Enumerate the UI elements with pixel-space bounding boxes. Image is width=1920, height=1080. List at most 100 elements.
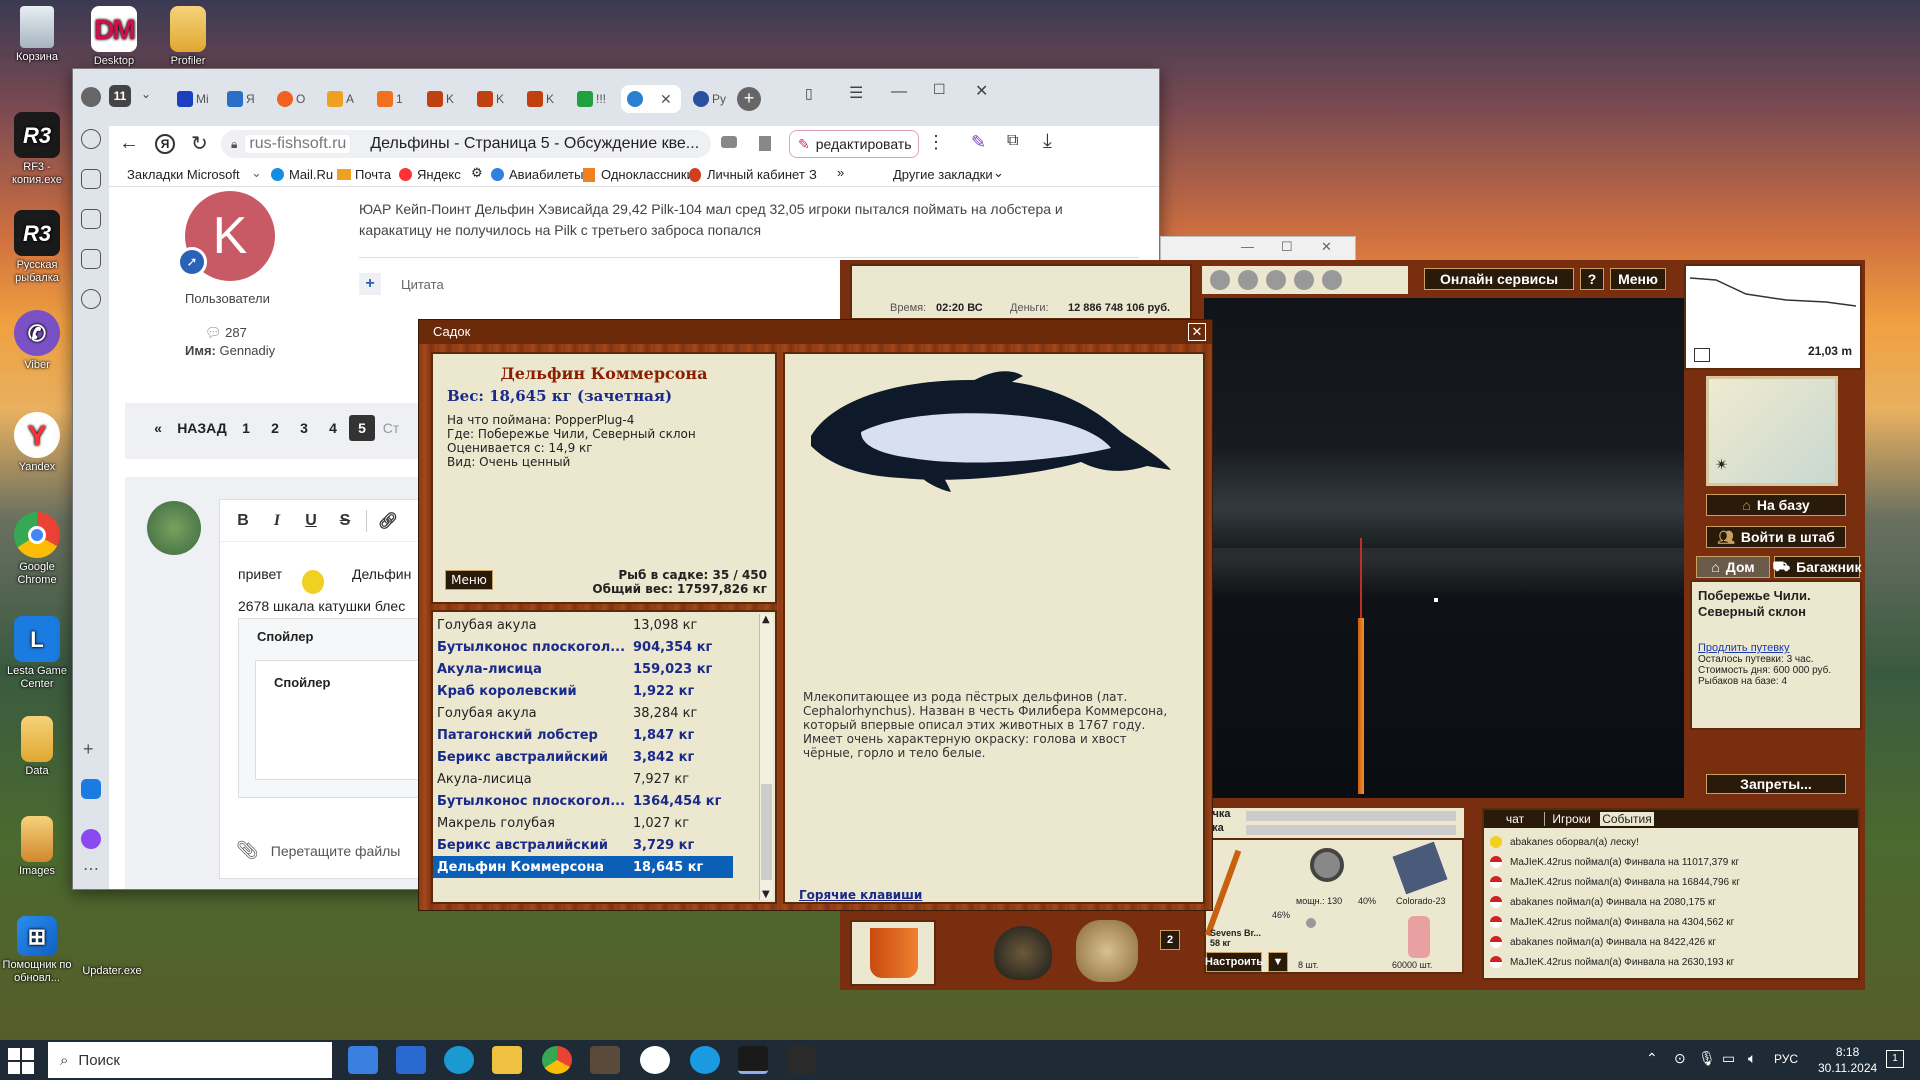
close-window-icon[interactable]: ✕	[1321, 239, 1332, 255]
back-icon[interactable]: ←	[119, 132, 139, 155]
bookmark-item[interactable]: Закладки Microsoft	[127, 167, 240, 182]
bookmark-icon[interactable]	[759, 136, 771, 151]
bait-slot[interactable]: 60000 шт.	[1384, 914, 1460, 972]
video-icon[interactable]	[81, 289, 101, 309]
attach-area[interactable]: 📎︎ Перетащите файлы	[236, 840, 400, 861]
desktop-icon-recycle-bin[interactable]: Корзина	[0, 6, 75, 64]
close-icon[interactable]: ✕	[660, 91, 672, 108]
hook-icon[interactable]	[1294, 270, 1314, 290]
desktop-icon-viber[interactable]: ✆ Viber	[0, 310, 75, 372]
link-icon[interactable]: 🔗︎	[371, 511, 405, 531]
slot-number[interactable]: 2	[1160, 930, 1180, 950]
desktop-icon-desktop[interactable]: DM Desktop	[76, 6, 152, 68]
mail-icon[interactable]	[396, 1046, 426, 1074]
bookmark-item[interactable]: З	[809, 167, 817, 182]
prev-icon[interactable]: «	[145, 415, 171, 441]
bookmark-item[interactable]: Одноклассники	[601, 167, 694, 182]
fish-list-row[interactable]: Акула-лисица 7,927 кг	[433, 768, 775, 790]
fish-list-row[interactable]: Акула-лисица 159,023 кг	[433, 658, 775, 680]
desktop-icon-chrome[interactable]: Google Chrome	[0, 512, 75, 587]
browser-tab[interactable]: K	[421, 85, 463, 113]
add-icon[interactable]: +	[83, 739, 94, 760]
cauldron-icon[interactable]	[994, 926, 1052, 980]
collections-icon[interactable]	[81, 169, 101, 189]
dropdown-button[interactable]: ▼	[1268, 952, 1288, 972]
more-bookmarks-icon[interactable]: »	[837, 165, 844, 180]
bookmark-item[interactable]: Mail.Ru	[289, 167, 333, 182]
notification-icon[interactable]: 1	[1886, 1050, 1904, 1068]
hook-icon[interactable]	[1322, 270, 1342, 290]
address-bar[interactable]: 🔒︎ rus-fishsoft.ru Дельфины - Страница 5…	[221, 130, 711, 158]
clock[interactable]: 8:18 30.11.2024	[1818, 1044, 1877, 1076]
close-window-icon[interactable]: ✕	[975, 81, 988, 101]
fish-list-row[interactable]: Берикс австралийский 3,842 кг	[433, 746, 775, 768]
desktop-icon-rf3-copy[interactable]: R3 RF3 - копия.exe	[0, 112, 75, 187]
tab-count-badge[interactable]: 11	[109, 85, 131, 107]
alice-icon[interactable]	[81, 829, 101, 849]
maximize-icon[interactable]: ☐	[1281, 239, 1293, 255]
tray-chevron-icon[interactable]: ⌃	[1646, 1050, 1658, 1067]
network-icon[interactable]: ▭	[1722, 1050, 1735, 1067]
bookmark-item[interactable]: Почта	[355, 167, 391, 182]
browser-tab[interactable]: A	[321, 85, 363, 113]
bookmark-panel-icon[interactable]: ▯	[805, 85, 813, 102]
quote-button[interactable]: Цитата	[401, 277, 444, 292]
screenshot-icon[interactable]	[81, 209, 101, 229]
help-button[interactable]: ?	[1580, 268, 1604, 290]
fishing-scene[interactable]	[1204, 298, 1684, 798]
chevron-down-icon[interactable]: ⌄	[251, 165, 262, 181]
fish-list-row[interactable]: Патагонский лобстер 1,847 кг	[433, 724, 775, 746]
bookmark-item[interactable]: Яндекс	[417, 167, 461, 182]
chrome-icon[interactable]	[542, 1046, 572, 1074]
configure-button[interactable]: Настроить	[1205, 952, 1263, 972]
pen-icon[interactable]: ✎	[971, 132, 986, 153]
close-button[interactable]: ✕	[1188, 323, 1206, 341]
desktop-icon-images[interactable]: Images	[0, 816, 75, 878]
more-icon[interactable]: ⋯	[83, 859, 99, 879]
fish-list-row[interactable]: Голубая акула 38,284 кг	[433, 702, 775, 724]
hook-icon[interactable]	[1238, 270, 1258, 290]
underline-button[interactable]: U	[294, 512, 328, 530]
desktop-icon-lesta[interactable]: L Lesta Game Center	[0, 616, 75, 691]
language-indicator[interactable]: РУС	[1774, 1052, 1798, 1066]
other-bookmarks[interactable]: Другие закладки	[893, 167, 993, 182]
reload-icon[interactable]: ↻	[191, 131, 208, 156]
profile-avatar-icon[interactable]	[81, 87, 101, 107]
extend-trip-link[interactable]: Продлить путевку	[1698, 642, 1854, 654]
list-scrollbar[interactable]: ▲ ▼	[759, 614, 773, 900]
hotkeys-link[interactable]: Горячие клавиши	[799, 888, 922, 902]
chat-icon[interactable]	[721, 136, 737, 148]
search-box[interactable]: ⌕ Поиск	[48, 1042, 332, 1078]
online-services-button[interactable]: Онлайн сервисы	[1424, 268, 1574, 290]
tab-players[interactable]: Игроки	[1544, 812, 1598, 826]
tab-events[interactable]: События	[1600, 812, 1654, 826]
italic-button[interactable]: I	[260, 512, 294, 530]
page-link[interactable]: 4	[320, 415, 346, 441]
bookmark-item[interactable]: Личный кабинет	[707, 167, 805, 182]
minimize-icon[interactable]: —	[891, 83, 907, 101]
chevron-down-icon[interactable]: ⌄	[141, 87, 151, 101]
back-button[interactable]: НАЗАД	[174, 415, 230, 441]
sadok-menu-button[interactable]: Меню	[445, 570, 493, 590]
desktop-icon-data[interactable]: Data	[0, 716, 75, 778]
desktop-icon-russian-fishing[interactable]: R3 Русская рыбалка	[0, 210, 75, 285]
tab-chat[interactable]: чат	[1488, 812, 1542, 826]
rf3-icon[interactable]	[738, 1046, 768, 1074]
history-icon[interactable]	[81, 129, 101, 149]
scroll-down-icon[interactable]: ▼	[762, 889, 770, 900]
page-more[interactable]: Ст	[378, 415, 404, 441]
more-vert-icon[interactable]: ⋮	[927, 132, 945, 153]
minimize-icon[interactable]: —	[1241, 239, 1254, 254]
extensions-icon[interactable]: ⧉	[1007, 132, 1018, 150]
fish-list-row[interactable]: Голубая акула 13,098 кг	[433, 614, 775, 636]
browser-tab[interactable]: O	[271, 85, 313, 113]
edit-button[interactable]: ✎ редактировать	[789, 130, 919, 158]
fish-list-row-selected[interactable]: Дельфин Коммерсона 18,645 кг	[433, 856, 733, 878]
desktop-icon-update-assistant[interactable]: ⊞ Помощник по обновл...	[0, 916, 75, 985]
browser-tab[interactable]: Mi	[171, 85, 213, 113]
map-panel[interactable]: ✴	[1706, 376, 1838, 486]
browser-tab[interactable]: Py	[687, 85, 729, 113]
lesta-icon[interactable]	[786, 1046, 816, 1074]
new-tab-button[interactable]: +	[737, 87, 761, 111]
fish-list-row[interactable]: Макрель голубая 1,027 кг	[433, 812, 775, 834]
